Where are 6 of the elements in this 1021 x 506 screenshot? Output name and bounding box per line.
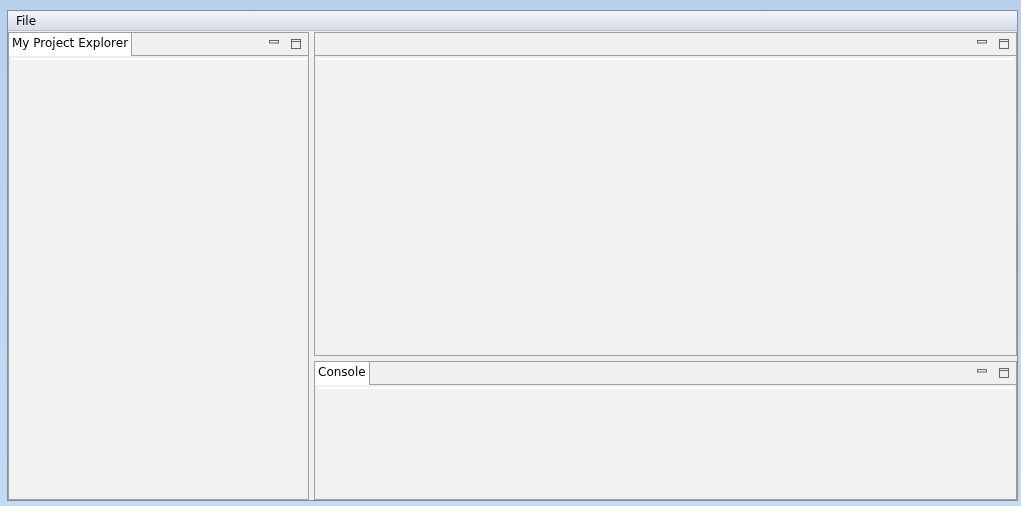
view-tab[interactable]: My Project Explorer	[9, 33, 133, 56]
maximize-icon[interactable]	[998, 367, 1010, 379]
maximize-icon[interactable]	[290, 38, 302, 50]
maximize-icon[interactable]	[998, 38, 1010, 50]
menu-item[interactable]: File	[14, 13, 39, 28]
view-tab[interactable]: Console	[315, 362, 370, 385]
